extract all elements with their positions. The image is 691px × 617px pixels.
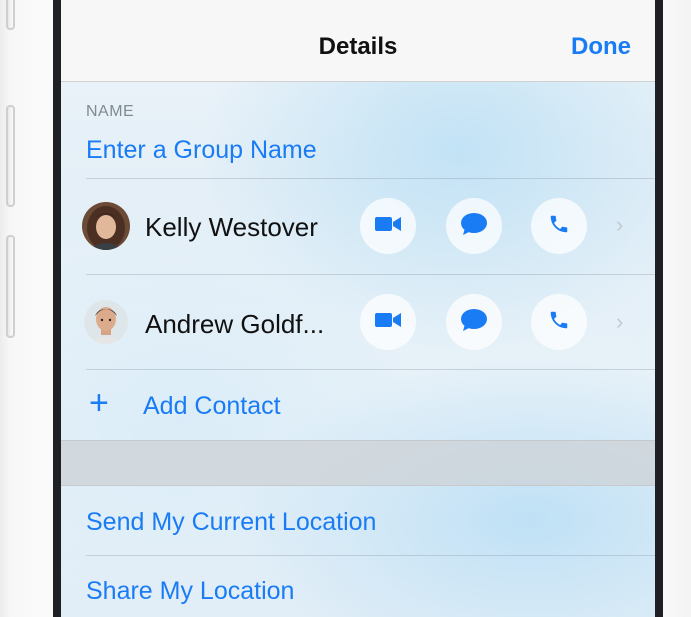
add-contact-button[interactable]: + Add Contact [61,370,655,440]
message-button[interactable] [446,198,502,254]
plus-icon: + [89,384,109,422]
group-name-input[interactable] [86,134,606,166]
divider [86,555,655,556]
avatar [82,202,130,250]
phone-icon [548,213,570,240]
video-call-button[interactable] [360,294,416,350]
navigation-bar: Details Done [61,0,655,82]
group-name-label: NAME [86,103,135,120]
done-button[interactable]: Done [571,33,631,61]
add-contact-label: Add Contact [143,392,281,420]
message-icon [461,308,487,336]
divider [86,178,655,179]
share-my-location-button[interactable]: Share My Location [86,577,294,606]
contact-name: Andrew Goldf... [145,309,325,339]
send-current-location-button[interactable]: Send My Current Location [86,508,376,537]
divider [86,274,655,275]
volume-down-button [6,235,15,338]
chevron-right-icon[interactable]: › [616,212,623,238]
volume-up-button [6,105,15,207]
phone-call-button[interactable] [531,198,587,254]
phone-call-button[interactable] [531,294,587,350]
video-call-button[interactable] [360,198,416,254]
page-title: Details [318,33,398,60]
screen-bezel-right [655,0,663,617]
phone-icon [548,309,570,336]
chevron-right-icon[interactable]: › [616,309,623,335]
device-screenshot: Details Done NAME Kelly Westover [0,0,691,617]
video-icon [375,216,401,237]
contact-name: Kelly Westover [145,212,318,242]
screen-bezel-left [53,0,61,617]
details-screen: Details Done NAME Kelly Westover [61,0,655,617]
video-icon [375,312,401,333]
side-button-top [6,0,15,30]
message-button[interactable] [446,294,502,350]
contact-row-andrew[interactable]: Andrew Goldf... › [61,276,655,368]
section-separator [61,440,655,486]
avatar [84,300,128,344]
message-icon [461,212,487,240]
contact-row-kelly[interactable]: Kelly Westover › [61,180,655,272]
